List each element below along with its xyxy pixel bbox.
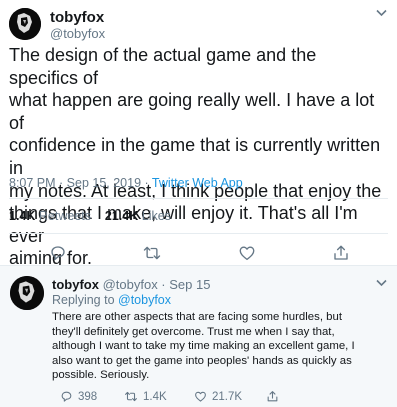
tweet-meta: 8:07 PM · Sep 15, 2019 · Twitter Web App [9, 176, 243, 190]
likes-stat[interactable]: 21.4K Likes [105, 209, 171, 223]
source-link[interactable]: Twitter Web App [152, 176, 243, 190]
retweets-count: 1.4K [9, 209, 36, 223]
reply-count: 398 [78, 390, 98, 403]
reply-text-line: possible. Seriously. [52, 369, 150, 382]
tweet-actions [0, 244, 397, 262]
reply-share-button[interactable] [266, 390, 279, 403]
handle[interactable]: @tobyfox [50, 26, 105, 41]
chevron-down-icon[interactable] [376, 279, 387, 287]
tweet-text-line: confidence in the game that is currently… [9, 135, 381, 178]
chevron-down-icon[interactable] [376, 9, 387, 17]
display-name[interactable]: tobyfox [50, 9, 104, 26]
reply-display-name[interactable]: tobyfox [52, 277, 99, 292]
reply-text: There are other aspects that are facing … [52, 310, 392, 383]
likes-label: Likes [141, 209, 171, 223]
retweet-icon[interactable] [143, 244, 161, 262]
reply-reply-button[interactable]: 398 [60, 390, 97, 403]
tweet-text: The design of the actual game and the sp… [9, 44, 389, 270]
avatar[interactable] [9, 8, 41, 40]
timestamp[interactable]: 8:07 PM · Sep 15, 2019 · [9, 176, 152, 190]
like-icon[interactable] [238, 244, 256, 262]
share-icon[interactable] [332, 244, 350, 262]
avatar[interactable] [10, 276, 44, 310]
reply-header: tobyfox @tobyfox · Sep 15 [52, 277, 210, 292]
tweet-text-line: The design of the actual game and the sp… [9, 45, 317, 88]
like-icon [194, 390, 207, 403]
reply-text-line: although I want to take my time making a… [52, 340, 355, 353]
reply-icon[interactable] [49, 244, 67, 262]
reply-retweet-button[interactable]: 1.4K [124, 390, 167, 403]
tweet-text-line: what happen are going really well. I hav… [9, 90, 375, 133]
reply-icon [60, 390, 73, 403]
like-count: 21.7K [212, 390, 243, 403]
reply-text-line: There are other aspects that are facing … [52, 311, 342, 323]
reply-text-line: they'll definitely get overcome. Trust m… [52, 325, 335, 338]
retweets-label: Retweets [38, 209, 91, 223]
replying-to: Replying to @tobyfox [52, 293, 171, 307]
retweet-icon [124, 390, 138, 403]
divider [9, 198, 388, 199]
retweets-stat[interactable]: 1.4K Retweets [9, 209, 91, 223]
divider [9, 233, 388, 234]
replying-to-link[interactable]: @tobyfox [118, 293, 171, 307]
share-icon [266, 390, 279, 403]
divider [0, 265, 397, 266]
engagement-stats: 1.4K Retweets 21.4K Likes [9, 209, 171, 223]
likes-count: 21.4K [104, 209, 139, 223]
replying-prefix: Replying to [52, 293, 119, 307]
retweet-count: 1.4K [143, 390, 167, 403]
reply-like-button[interactable]: 21.7K [194, 390, 242, 403]
reply-text-line: also want to get the game into peoples' … [52, 354, 352, 367]
reply-handle-date[interactable]: @tobyfox · Sep 15 [103, 277, 211, 292]
